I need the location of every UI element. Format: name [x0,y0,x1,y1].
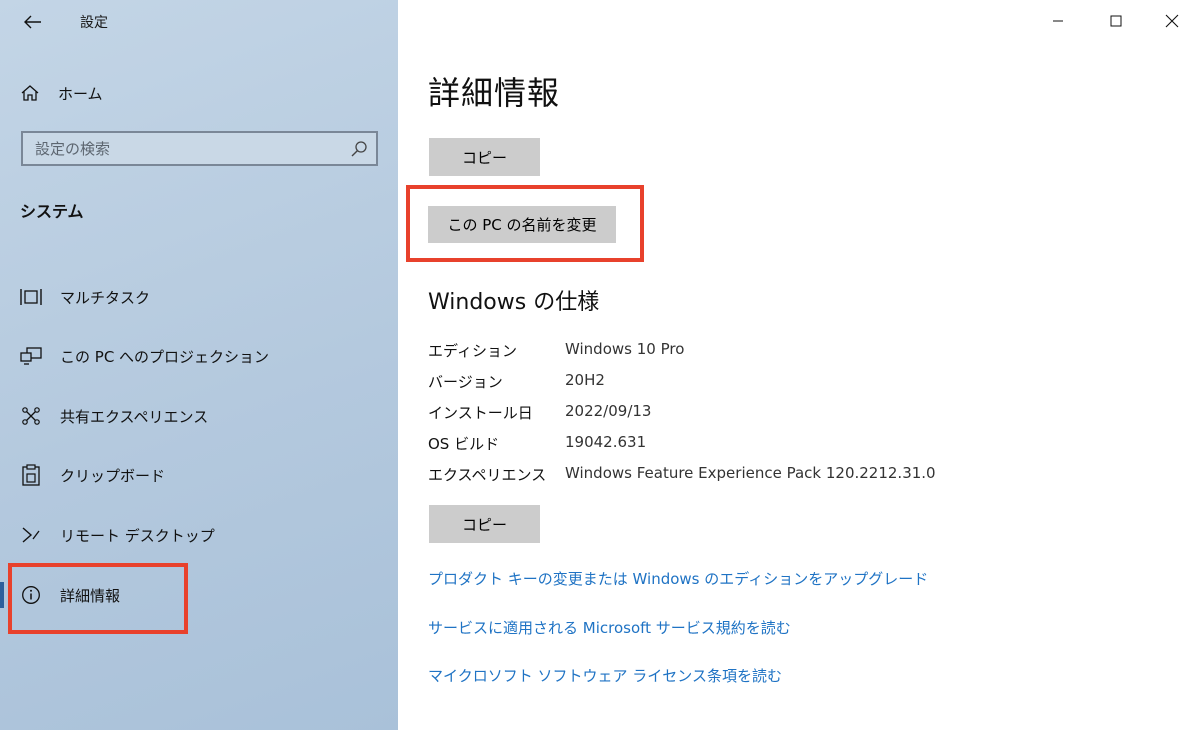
minimize-button[interactable] [1038,4,1078,38]
section-heading: システム [20,202,84,221]
sidebar-item-clipboard[interactable]: クリップボード [0,454,398,496]
search-box[interactable] [21,131,378,166]
spec-row: OS ビルド 19042.631 [428,428,1188,458]
windows-spec-heading: Windows の仕様 [428,290,600,315]
rename-pc-button[interactable]: この PC の名前を変更 [428,206,616,243]
minimize-icon [1053,20,1063,22]
sidebar-item-home[interactable]: ホーム [20,78,380,108]
remote-desktop-icon [20,524,42,546]
sidebar-item-shared-experience[interactable]: 共有エクスペリエンス [0,395,398,437]
link-software-license-terms[interactable]: マイクロソフト ソフトウェア ライセンス条項を読む [428,665,782,686]
search-input[interactable] [35,133,335,164]
copy-button-spec[interactable]: コピー [429,505,540,543]
spec-key: エクスペリエンス [428,466,547,484]
sidebar-item-label: 詳細情報 [60,586,121,605]
search-icon[interactable] [350,140,368,158]
spec-row: エクスペリエンス Windows Feature Experience Pack… [428,459,1188,489]
spec-value: 20H2 [565,371,605,389]
back-button[interactable] [18,8,48,36]
sidebar-item-label: リモート デスクトップ [60,526,215,545]
spec-row: エディション Windows 10 Pro [428,335,1188,365]
sidebar-item-remote-desktop[interactable]: リモート デスクトップ [0,514,398,556]
copy-button-device[interactable]: コピー [429,138,540,176]
sidebar-item-projection[interactable]: この PC へのプロジェクション [0,335,398,377]
sidebar-item-label: クリップボード [60,466,166,485]
spec-key: エディション [428,342,517,360]
spec-key: インストール日 [428,404,533,422]
spec-row: インストール日 2022/09/13 [428,397,1188,427]
maximize-icon [1110,15,1122,27]
spec-value: Windows Feature Experience Pack 120.2212… [565,464,936,482]
projection-icon [20,345,42,367]
spec-value: 2022/09/13 [565,402,652,420]
shared-experience-icon [20,405,42,427]
maximize-button[interactable] [1096,4,1136,38]
spec-row: バージョン 20H2 [428,366,1188,396]
link-microsoft-service-terms[interactable]: サービスに適用される Microsoft サービス規約を読む [428,617,791,638]
close-button[interactable] [1152,4,1192,38]
home-label: ホーム [58,84,103,103]
clipboard-icon [20,464,42,486]
content-pane: 詳細情報 コピー この PC の名前を変更 Windows の仕様 エディション… [398,0,1200,730]
info-icon [20,584,42,606]
spec-key: OS ビルド [428,435,500,453]
app-title: 設定 [80,15,108,31]
back-arrow-icon [24,15,41,29]
sidebar-item-about[interactable]: 詳細情報 [0,574,398,616]
spec-value: 19042.631 [565,433,647,451]
sidebar: 設定 ホーム システム マルチタスク [0,0,398,730]
spec-value: Windows 10 Pro [565,340,685,358]
sidebar-item-label: この PC へのプロジェクション [60,347,270,366]
spec-key: バージョン [428,373,503,391]
sidebar-item-multitask[interactable]: マルチタスク [0,276,398,318]
home-icon [21,85,39,101]
close-icon [1165,14,1179,28]
multitask-icon [20,286,42,308]
page-title: 詳細情報 [428,74,561,112]
sidebar-item-label: マルチタスク [60,288,151,307]
link-change-product-key[interactable]: プロダクト キーの変更または Windows のエディションをアップグレード [428,568,928,589]
sidebar-item-label: 共有エクスペリエンス [60,407,209,426]
